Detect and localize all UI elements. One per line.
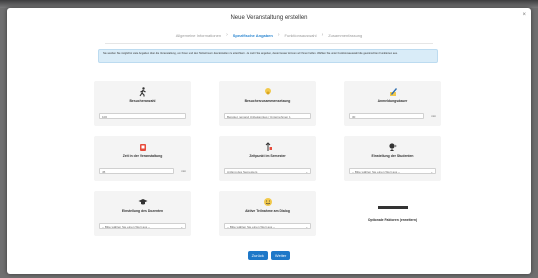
back-button[interactable]: Zurück bbox=[247, 251, 268, 260]
step-general-info[interactable]: Allgemeine Informationen bbox=[173, 33, 224, 38]
student-attitude-select[interactable]: -- Bitte wählen Sie einen Wert aus -- ⌄ bbox=[349, 168, 436, 174]
chevron-down-icon: ⌄ bbox=[305, 170, 308, 174]
card-label: Anmeldungsdauer bbox=[377, 99, 408, 103]
modal-title: Neue Veranstaltung erstellen bbox=[230, 15, 308, 21]
attendee-count-input[interactable]: 100 bbox=[99, 113, 186, 119]
timer-icon bbox=[138, 141, 148, 152]
card-attendee-count: Besucheranzahl 100 bbox=[94, 81, 191, 126]
card-label: Zeitpunkt im Semester bbox=[249, 154, 286, 158]
active-participation-select[interactable]: -- Bitte wählen Sie einen Wert aus -- ⌄ bbox=[224, 223, 311, 229]
time-in-event-input[interactable]: 45 bbox=[99, 168, 174, 174]
card-semester-timing: Zeitpunkt im Semester Anfang des Semeste… bbox=[219, 136, 316, 181]
chevron-down-icon: ⌄ bbox=[180, 225, 183, 229]
unit-label: min bbox=[431, 114, 436, 118]
next-button[interactable]: Weiter bbox=[270, 251, 291, 260]
card-active-participation: Aktive Teilnahme am Dialog -- Bitte wähl… bbox=[219, 191, 316, 236]
close-icon[interactable]: × bbox=[522, 12, 526, 18]
divider bbox=[105, 43, 433, 44]
card-label: Optionale Faktoren (erweitern) bbox=[367, 218, 418, 222]
select-value: -- Bitte wählen Sie einen Wert aus -- bbox=[102, 225, 151, 229]
card-label: Aktive Teilnahme am Dialog bbox=[245, 209, 290, 213]
card-student-attitude: Einstellung der Studenten -- Bitte wähle… bbox=[344, 136, 441, 181]
event-details-grid: Besucheranzahl 100 Besucherzusammensetzu… bbox=[94, 81, 442, 236]
smiley-icon bbox=[263, 196, 273, 207]
unit-label: min bbox=[181, 169, 186, 173]
minus-icon bbox=[377, 206, 408, 209]
walking-person-icon bbox=[138, 86, 148, 97]
chevron-down-icon: ⌄ bbox=[305, 225, 308, 229]
select-value: -- Bitte wählen Sie einen Wert aus -- bbox=[227, 225, 276, 229]
info-banner: Sie werden Sie möglichst viele Angaben ü… bbox=[98, 49, 438, 63]
card-label: Einstellung der Studenten bbox=[371, 154, 414, 158]
step-specific-details[interactable]: Spezifische Angaben bbox=[230, 33, 276, 38]
card-label: Besucheranzahl bbox=[129, 99, 156, 103]
audience-composition-input[interactable]: Beispiel, jemand Unbekanntes / Unternehm… bbox=[224, 113, 311, 119]
select-value: Anfang des Semesters bbox=[227, 170, 258, 174]
card-registration-duration: Anmeldungsdauer 30 min bbox=[344, 81, 441, 126]
card-label: Einstellung des Dozenten bbox=[121, 209, 164, 213]
select-value: -- Bitte wählen Sie einen Wert aus -- bbox=[352, 170, 401, 174]
chevron-down-icon: ⌄ bbox=[430, 170, 433, 174]
registration-duration-input[interactable]: 30 bbox=[349, 113, 424, 119]
lecturer-attitude-select[interactable]: -- Bitte wählen Sie einen Wert aus -- ⌄ bbox=[99, 223, 186, 229]
card-optional-factors[interactable]: Optionale Faktoren (erweitern) bbox=[344, 191, 441, 236]
people-icon bbox=[263, 86, 273, 97]
step-function-selection[interactable]: Funktionsauswahl bbox=[282, 33, 320, 38]
pencil-icon bbox=[388, 86, 398, 97]
info-text: Sie werden Sie möglichst viele Angaben ü… bbox=[103, 52, 398, 55]
card-lecturer-attitude: Einstellung des Dozenten -- Bitte wählen… bbox=[94, 191, 191, 236]
step-summary[interactable]: Zusammenfassung bbox=[325, 33, 365, 38]
wizard-steps: Allgemeine Informationen › Spezifische A… bbox=[7, 30, 531, 40]
card-label: Besucherzusammensetzung bbox=[244, 99, 291, 103]
wizard-buttons: Zurück Weiter bbox=[0, 251, 538, 260]
browser-backdrop bbox=[0, 0, 538, 8]
person-head-icon bbox=[388, 141, 398, 152]
card-label: Zeit in der Veranstaltung bbox=[122, 154, 163, 158]
graduation-cap-icon bbox=[138, 196, 148, 207]
card-audience-composition: Besucherzusammensetzung Beispiel, jemand… bbox=[219, 81, 316, 126]
calendar-icon bbox=[263, 141, 273, 152]
card-time-in-event: Zeit in der Veranstaltung 45 min bbox=[94, 136, 191, 181]
semester-timing-select[interactable]: Anfang des Semesters ⌄ bbox=[224, 168, 311, 174]
